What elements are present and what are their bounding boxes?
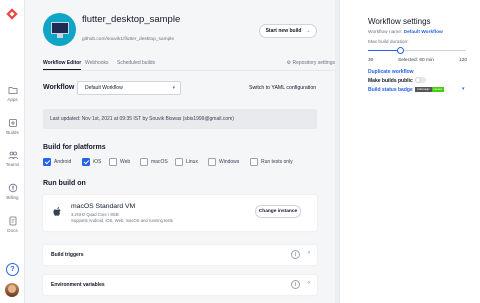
environment-variables-section[interactable]: Environment variables i ›: [43, 275, 317, 295]
section-title: Build triggers: [51, 252, 84, 258]
nav-item-builds[interactable]: Builds: [0, 118, 25, 135]
nav-label: Apps: [7, 97, 18, 102]
tab-webhooks[interactable]: Webhooks: [85, 60, 109, 66]
checkbox-unchecked: [175, 157, 183, 166]
build-triggers-section[interactable]: Build triggers i ›: [43, 245, 317, 265]
tab-bar: Workflow Editor Webhooks Scheduled build…: [43, 59, 335, 71]
slider-fill: [368, 50, 401, 51]
nav-label: Docs: [7, 228, 18, 233]
platform-label: Windows: [219, 158, 240, 165]
checkbox-checked: [43, 157, 51, 166]
start-new-build-button[interactable]: Start new build →: [259, 24, 317, 38]
last-updated-banner: Last updated: Nov 1st, 2021 at 09:35 IST…: [43, 109, 317, 129]
tab-scheduled-builds[interactable]: Scheduled builds: [117, 60, 155, 66]
workflow-select[interactable]: Default Workflow ▾: [77, 81, 181, 95]
nav-item-apps[interactable]: Apps: [0, 85, 25, 102]
docs-icon: [9, 216, 16, 226]
duration-slider[interactable]: [368, 47, 466, 54]
duplicate-workflow-link[interactable]: Duplicate workflow: [368, 69, 414, 75]
slider-selected-label: Selected: 60 min: [398, 58, 434, 63]
repository-settings-label: Repository settings: [292, 60, 335, 66]
run-build-on-heading: Run build on: [43, 180, 86, 187]
folder-icon: [8, 87, 17, 94]
info-icon[interactable]: i: [291, 250, 300, 259]
max-duration-label: Max build duration:: [368, 40, 409, 45]
checkbox-unchecked: [208, 157, 216, 166]
help-button[interactable]: ?: [6, 263, 19, 276]
monitor-icon: [51, 22, 69, 34]
gear-icon: ⚙: [286, 60, 292, 66]
instance-name: macOS Standard VM: [71, 203, 136, 210]
checkbox-checked: [82, 157, 90, 166]
panel-title: Workflow settings: [368, 17, 431, 26]
platform-label: iOS: [93, 158, 102, 165]
platform-label: macOS: [151, 158, 168, 165]
platform-android-checkbox[interactable]: Android: [43, 157, 71, 166]
workflow-settings-panel: Workflow settings Workflow name: Default…: [339, 0, 480, 303]
repository-settings-link[interactable]: ⚙ Repository settings: [287, 60, 335, 66]
build-status-badge-link[interactable]: Build status badge: [368, 87, 413, 93]
workflow-label: Workflow: [43, 84, 75, 91]
checkbox-unchecked: [140, 157, 148, 166]
repo-url[interactable]: github.com/souvik1/flutter_desktop_sampl…: [82, 37, 174, 42]
workflow-select-value: Default Workflow: [85, 85, 123, 91]
start-build-label: Start new build: [265, 28, 302, 34]
workflow-name-label: Workflow name:: [368, 30, 403, 35]
platform-label: Linux: [186, 158, 198, 165]
tab-workflow-editor[interactable]: Workflow Editor: [43, 60, 82, 70]
left-nav: Apps Builds Teams Billing Docs ?: [0, 0, 25, 303]
chevron-down-icon[interactable]: ▾: [462, 86, 465, 92]
section-title: Environment variables: [51, 282, 105, 288]
billing-icon: [8, 183, 17, 193]
switch-to-yaml-link[interactable]: Switch to YAML configuration: [249, 85, 316, 91]
platform-ios-checkbox[interactable]: iOS: [82, 157, 101, 166]
platform-label: Web: [120, 158, 131, 165]
change-instance-button[interactable]: Change instance: [255, 205, 301, 218]
platform-macos-checkbox[interactable]: macOS: [140, 157, 168, 166]
platform-windows-checkbox[interactable]: Windows: [208, 157, 239, 166]
chevron-down-icon: ▾: [172, 85, 175, 91]
nav-item-docs[interactable]: Docs: [0, 216, 25, 233]
info-icon[interactable]: i: [291, 280, 300, 289]
avatar[interactable]: [5, 283, 19, 297]
chevron-right-icon: ›: [308, 280, 310, 286]
platform-linux-checkbox[interactable]: Linux: [175, 157, 198, 166]
app-title: flutter_desktop_sample: [82, 14, 181, 25]
make-builds-public-toggle[interactable]: [415, 77, 426, 83]
platform-label: Android: [54, 158, 72, 165]
monitor-stand: [57, 34, 63, 38]
app-icon: [43, 13, 76, 46]
build-icon: [8, 119, 17, 127]
codemagic-logo[interactable]: [5, 7, 19, 21]
instance-spec: 3.2GHz Quad Core / 8GB: [71, 212, 119, 217]
workflow-name-row: Workflow name: Default Workflow: [368, 30, 443, 35]
run-tests-only-checkbox[interactable]: Run tests only: [250, 157, 293, 166]
apple-icon: [53, 207, 61, 216]
arrow-right-icon: →: [305, 28, 311, 34]
platform-label: Run tests only: [261, 158, 293, 165]
nav-label: Teams: [5, 162, 20, 167]
badge-right: passed: [431, 87, 444, 92]
badge-left: codemagic: [415, 87, 432, 92]
platform-web-checkbox[interactable]: Web: [109, 157, 130, 166]
main-content: flutter_desktop_sample github.com/souvik…: [25, 0, 335, 303]
nav-item-billing[interactable]: Billing: [0, 183, 25, 200]
nav-label: Billing: [6, 195, 19, 200]
slider-handle[interactable]: [397, 47, 405, 54]
checkbox-unchecked: [109, 157, 117, 166]
nav-label: Builds: [6, 130, 19, 135]
workflow-name-value[interactable]: Default Workflow: [404, 30, 443, 35]
nav-item-teams[interactable]: Teams: [0, 150, 25, 167]
instance-card: macOS Standard VM 3.2GHz Quad Core / 8GB…: [43, 195, 317, 231]
teams-icon: [8, 151, 18, 160]
make-builds-public-label: Make builds public: [368, 78, 413, 84]
slider-min-label: 30: [368, 58, 374, 63]
status-badge: codemagic passed: [415, 87, 444, 92]
instance-support: Supports Android, iOS, Web, macOS and ru…: [71, 218, 173, 223]
chevron-right-icon: ›: [308, 250, 310, 256]
slider-max-label: 120: [459, 58, 468, 63]
build-for-platforms-heading: Build for platforms: [43, 144, 106, 151]
checkbox-unchecked: [250, 157, 258, 166]
